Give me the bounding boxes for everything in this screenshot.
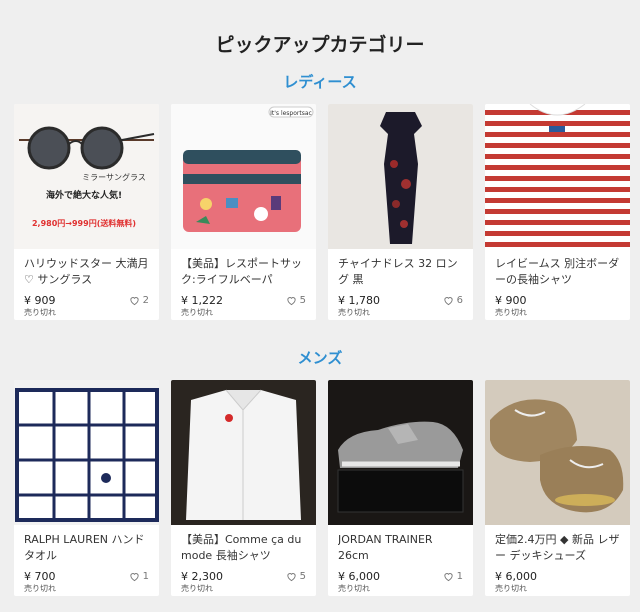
item-title[interactable]: JORDAN TRAINER 26cm (338, 532, 463, 564)
heart-icon (443, 573, 453, 582)
heart-icon (443, 297, 453, 306)
sold-label: 売り切れ (338, 584, 370, 593)
item-card[interactable]: JORDAN TRAINER 26cm ¥ 6,000 売り切れ 1 (328, 380, 473, 596)
item-title[interactable]: レイビームス 別注ボーダーの長袖シャツ (495, 256, 620, 288)
item-price: ¥ 909 (24, 294, 56, 307)
item-card[interactable]: RALPH LAUREN ハンドタオル ¥ 700 売り切れ 1 (14, 380, 159, 596)
item-card[interactable]: 【美品】Comme ça du mode 長袖シャツ ¥ 2,300 売り切れ … (171, 380, 316, 596)
item-thumbnail-sneakers[interactable] (328, 380, 473, 525)
like-count: 1 (142, 571, 149, 582)
image-text: It's lesportsac (270, 110, 312, 117)
item-title[interactable]: 【美品】レスポートサック:ライフルベーパ (181, 256, 306, 288)
like-count: 5 (299, 295, 306, 306)
like-counter[interactable]: 5 (286, 295, 306, 306)
heart-icon (286, 297, 296, 306)
sold-label: 売り切れ (338, 308, 370, 317)
item-title[interactable]: チャイナドレス 32 ロング 黒 (338, 256, 463, 288)
like-counter[interactable]: 6 (443, 295, 463, 306)
like-counter[interactable]: 1 (443, 571, 463, 582)
section-title-ladies[interactable]: レディース (0, 71, 640, 92)
item-thumbnail-sunglasses[interactable]: ミラーサングラス 海外で絶大な人気! 2,980円→999円(送料無料) (14, 104, 159, 249)
item-title[interactable]: ハリウッドスター 大満月 ♡ サングラス (24, 256, 149, 288)
section-title-mens[interactable]: メンズ (0, 347, 640, 368)
sold-label: 売り切れ (181, 584, 213, 593)
mens-item-grid: RALPH LAUREN ハンドタオル ¥ 700 売り切れ 1 【美品】Com… (14, 380, 630, 596)
heart-icon (286, 573, 296, 582)
image-text: ミラーサングラス (82, 172, 146, 182)
heart-icon (129, 297, 139, 306)
like-count: 6 (456, 295, 463, 306)
item-price: ¥ 6,000 (495, 570, 537, 583)
item-price: ¥ 6,000 (338, 570, 380, 583)
like-counter[interactable]: 1 (129, 571, 149, 582)
item-thumbnail-bag[interactable]: It's lesportsac (171, 104, 316, 249)
like-counter[interactable]: 2 (129, 295, 149, 306)
like-counter[interactable]: 5 (286, 571, 306, 582)
sold-label: 売り切れ (24, 584, 56, 593)
heart-icon (129, 573, 139, 582)
item-thumbnail-dress[interactable] (328, 104, 473, 249)
item-card[interactable]: It's lesportsac 【美品】レスポートサック:ライフルベーパ ¥ 1… (171, 104, 316, 320)
ladies-item-grid: ミラーサングラス 海外で絶大な人気! 2,980円→999円(送料無料) ハリウ… (14, 104, 630, 320)
like-count: 1 (456, 571, 463, 582)
like-count: 5 (299, 571, 306, 582)
sold-label: 売り切れ (181, 308, 213, 317)
sold-label: 売り切れ (24, 308, 56, 317)
sold-label: 売り切れ (495, 308, 527, 317)
item-card[interactable]: チャイナドレス 32 ロング 黒 ¥ 1,780 売り切れ 6 (328, 104, 473, 320)
item-price: ¥ 1,780 (338, 294, 380, 307)
item-thumbnail-border-shirt[interactable] (485, 104, 630, 249)
item-thumbnail-white-shirt[interactable] (171, 380, 316, 525)
item-card[interactable]: 定価2.4万円 ◆ 新品 レザー デッキシューズ ¥ 6,000 売り切れ (485, 380, 630, 596)
item-title[interactable]: 定価2.4万円 ◆ 新品 レザー デッキシューズ (495, 532, 620, 564)
image-text: 2,980円→999円(送料無料) (32, 218, 136, 228)
item-price: ¥ 900 (495, 294, 527, 307)
item-price: ¥ 2,300 (181, 570, 223, 583)
item-card[interactable]: レイビームス 別注ボーダーの長袖シャツ ¥ 900 売り切れ (485, 104, 630, 320)
item-title[interactable]: 【美品】Comme ça du mode 長袖シャツ (181, 532, 306, 564)
image-text: 海外で絶大な人気! (46, 189, 122, 201)
item-thumbnail-deck-shoes[interactable] (485, 380, 630, 525)
item-card[interactable]: ミラーサングラス 海外で絶大な人気! 2,980円→999円(送料無料) ハリウ… (14, 104, 159, 320)
like-count: 2 (142, 295, 149, 306)
item-title[interactable]: RALPH LAUREN ハンドタオル (24, 532, 149, 564)
item-price: ¥ 700 (24, 570, 56, 583)
item-thumbnail-hand-towel[interactable] (14, 380, 159, 525)
sold-label: 売り切れ (495, 584, 527, 593)
item-price: ¥ 1,222 (181, 294, 223, 307)
page-title: ピックアップカテゴリー (215, 34, 425, 56)
